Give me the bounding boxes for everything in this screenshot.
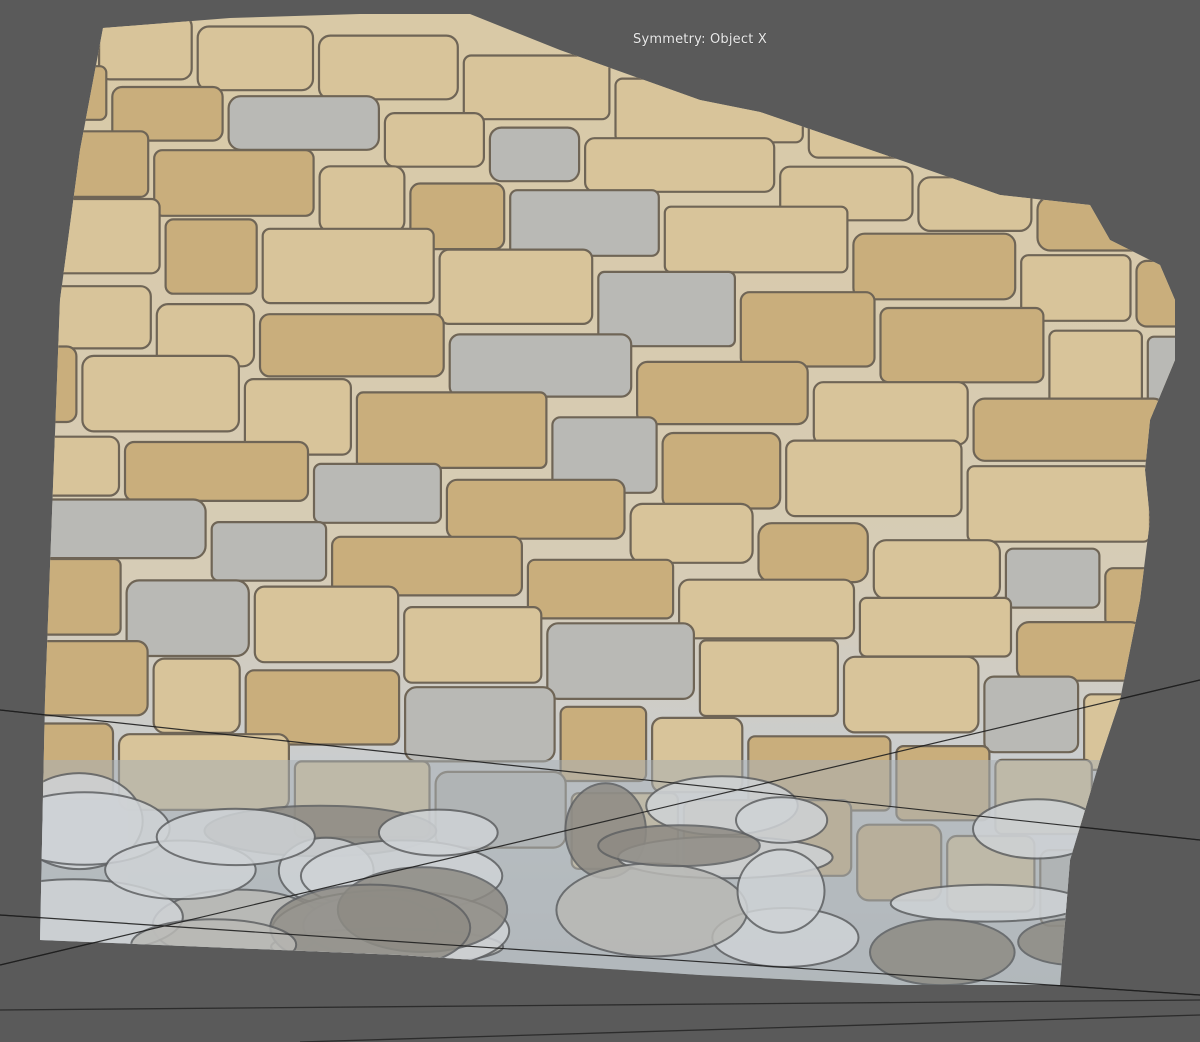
stone-block — [1166, 136, 1175, 203]
stone-block — [972, 397, 1166, 462]
stone-block — [917, 176, 1033, 233]
stone-block — [355, 391, 548, 469]
stone-block — [40, 639, 149, 717]
stone-block — [546, 622, 695, 700]
stone-block — [488, 126, 581, 183]
stone-block — [404, 686, 556, 763]
lower-stone — [869, 918, 1016, 985]
stone-block — [872, 539, 1001, 601]
stone-block — [227, 95, 381, 151]
stone-block — [40, 285, 152, 350]
stone-block — [677, 578, 856, 640]
stone-block — [858, 596, 1013, 658]
stone-block — [152, 657, 241, 734]
stone-block — [40, 130, 150, 199]
stone-block — [635, 360, 809, 426]
stone-block — [1082, 693, 1175, 771]
stone-block — [1048, 329, 1144, 407]
stone-block — [40, 65, 108, 121]
stone-block — [757, 522, 869, 584]
stone-block — [462, 54, 611, 121]
stone-block — [739, 291, 876, 368]
stone-block — [40, 14, 95, 62]
stone-block — [123, 440, 310, 503]
stone-block — [403, 605, 543, 684]
stone-block — [253, 585, 400, 664]
lower-stone — [972, 798, 1103, 860]
stone-block — [40, 197, 161, 275]
stone-block — [318, 165, 406, 234]
stone-block — [1096, 775, 1175, 853]
stone-block — [40, 345, 78, 424]
stone-block — [40, 557, 122, 636]
stone-block — [966, 465, 1152, 543]
stone-block — [153, 149, 315, 217]
stone-block — [661, 431, 782, 510]
stone-block — [258, 313, 445, 378]
stone-block — [614, 77, 804, 144]
stone-block — [852, 232, 1017, 301]
stone-block — [526, 558, 675, 620]
stone-block — [1147, 636, 1175, 697]
stone-block — [1131, 852, 1175, 931]
stone-block — [261, 227, 435, 305]
stone-block — [448, 333, 633, 398]
3d-viewport[interactable]: Symmetry: Object X — [0, 0, 1200, 1042]
stone-block — [1135, 259, 1175, 328]
stone-block — [842, 655, 980, 734]
stone-block — [97, 14, 193, 81]
lower-stone — [597, 824, 761, 868]
stone-block — [445, 478, 626, 540]
stone-block — [1015, 620, 1144, 682]
stone-block — [81, 354, 241, 433]
stone-block — [812, 381, 969, 446]
stone-block — [663, 205, 849, 274]
stone-block — [1002, 117, 1163, 184]
viewport-scene — [0, 0, 1200, 1042]
lower-stone — [155, 807, 316, 867]
stone-block — [164, 218, 258, 295]
stone-block — [629, 502, 754, 564]
stone-block — [1004, 547, 1101, 609]
stone-block — [698, 639, 840, 718]
stone-block — [317, 34, 459, 101]
stone-block — [210, 520, 328, 582]
lower-stone — [269, 883, 472, 972]
stone-block — [1169, 423, 1175, 488]
lower-stone — [736, 848, 826, 934]
stone-block — [785, 439, 963, 518]
stone-block — [879, 306, 1045, 384]
stone-block — [1104, 567, 1175, 629]
lower-stone — [1017, 917, 1136, 967]
lower-stone — [377, 808, 499, 857]
stone-block — [1156, 211, 1175, 267]
stone-block — [383, 111, 485, 168]
stone-block — [509, 189, 660, 257]
lower-stone — [889, 883, 1085, 923]
stone-block — [196, 25, 315, 92]
stone-block — [583, 137, 776, 193]
stone-block — [1036, 195, 1153, 252]
stone-block — [983, 675, 1080, 754]
stone-block — [312, 462, 443, 524]
stone-wall-mesh[interactable] — [0, 0, 1200, 1042]
stone-block — [40, 498, 207, 560]
stone-block — [438, 248, 594, 326]
stone-block — [40, 435, 121, 497]
lower-stone — [130, 918, 298, 972]
stone-block — [807, 92, 999, 159]
stone-block — [1154, 484, 1175, 563]
lower-stone — [555, 862, 749, 958]
